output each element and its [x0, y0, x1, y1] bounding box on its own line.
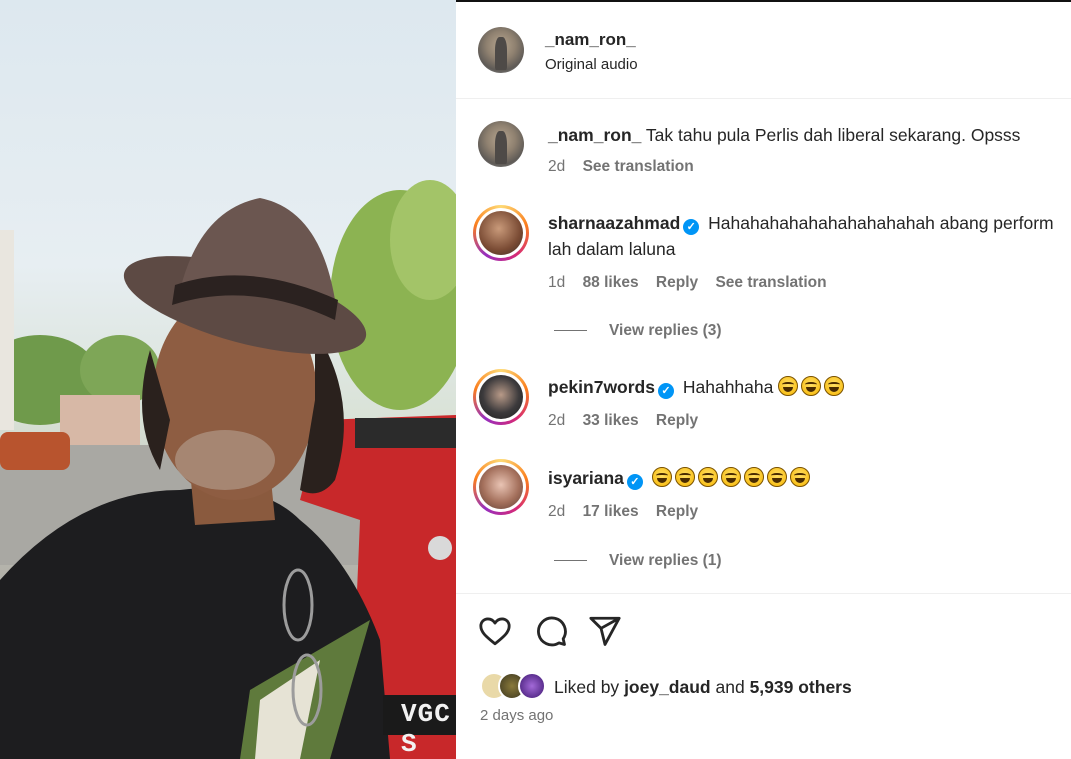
avatar: [479, 375, 523, 419]
heart-icon[interactable]: [478, 614, 512, 648]
comment-text-block: sharnaazahmad ✓ Hahahahahahahahahahahah a…: [548, 210, 1058, 262]
post-media[interactable]: VGC S: [0, 0, 456, 759]
liked-by-user[interactable]: joey_daud: [624, 677, 711, 697]
liked-by-text: Liked by joey_daud and 5,939 others: [554, 677, 852, 698]
story-ring[interactable]: [473, 369, 529, 425]
emoji-group: [651, 467, 813, 488]
post-header: _nam_ron_ Original audio: [456, 0, 1071, 99]
grinning-squinting-emoji: [674, 467, 695, 487]
comment-time[interactable]: 2d: [548, 412, 565, 429]
comment-text: Tak tahu pula Perlis dah liberal sekaran…: [645, 125, 1021, 145]
grinning-squinting-emoji: [766, 467, 787, 487]
comment-meta: 1d 88 likes Reply See translation: [548, 274, 840, 292]
grinning-squinting-emoji: [778, 376, 799, 396]
see-translation-button[interactable]: See translation: [715, 274, 826, 291]
replies-dash: [554, 330, 587, 332]
comment-username[interactable]: pekin7words: [548, 377, 655, 397]
view-replies-button[interactable]: View replies (1): [554, 552, 722, 570]
emoji-group: [778, 376, 847, 397]
reply-button[interactable]: Reply: [656, 503, 698, 520]
audio-label[interactable]: Original audio: [545, 56, 638, 73]
post-side-panel: _nam_ron_ Original audio _nam_ron_ Tak t…: [456, 0, 1071, 759]
comment-likes[interactable]: 17 likes: [583, 503, 639, 520]
author-username[interactable]: _nam_ron_: [545, 30, 636, 50]
avatar: [479, 465, 523, 509]
verified-badge-icon: ✓: [626, 474, 643, 490]
comment-text-block: _nam_ron_ Tak tahu pula Perlis dah liber…: [548, 122, 1058, 148]
grinning-squinting-emoji: [824, 376, 845, 396]
avatar[interactable]: [478, 121, 524, 167]
comment-meta: 2d See translation: [548, 158, 707, 176]
story-ring[interactable]: [473, 459, 529, 515]
liked-by-and: and: [715, 677, 745, 697]
share-icon[interactable]: [588, 614, 622, 648]
grinning-squinting-emoji: [720, 467, 741, 487]
comment-meta: 2d 33 likes Reply: [548, 412, 711, 430]
comment-likes[interactable]: 88 likes: [583, 274, 639, 291]
grinning-squinting-emoji: [697, 467, 718, 487]
comment-meta: 2d 17 likes Reply: [548, 503, 711, 521]
see-translation-button[interactable]: See translation: [583, 158, 694, 175]
comment-time[interactable]: 2d: [548, 158, 565, 175]
post-time-ago[interactable]: 2 days ago: [480, 707, 553, 724]
comment-likes[interactable]: 33 likes: [583, 412, 639, 429]
replies-dash: [554, 560, 587, 562]
comment-text-block: pekin7words ✓ Hahahhaha: [548, 374, 1058, 400]
comment-time[interactable]: 2d: [548, 503, 565, 520]
comment-text: Hahahhaha: [682, 377, 774, 397]
post-actions: Liked by joey_daud and 5,939 others 2 da…: [456, 593, 1071, 759]
grinning-squinting-emoji: [789, 467, 810, 487]
license-plate: VGC S: [383, 695, 456, 759]
comment-time[interactable]: 1d: [548, 274, 565, 291]
author-avatar[interactable]: [478, 27, 524, 73]
comment-username[interactable]: isyariana: [548, 468, 624, 488]
verified-badge-icon: ✓: [683, 219, 700, 235]
comment-icon[interactable]: [534, 614, 568, 648]
grinning-squinting-emoji: [801, 376, 822, 396]
view-replies-label: View replies (1): [609, 552, 722, 569]
liked-by-prefix: Liked by: [554, 677, 620, 697]
comment-text-block: isyariana ✓: [548, 465, 1058, 491]
comment-username[interactable]: sharnaazahmad: [548, 213, 680, 233]
liked-by-others[interactable]: 5,939 others: [750, 677, 852, 697]
reply-button[interactable]: Reply: [656, 412, 698, 429]
view-replies-label: View replies (3): [609, 322, 722, 339]
view-replies-button[interactable]: View replies (3): [554, 322, 722, 340]
story-ring[interactable]: [473, 205, 529, 261]
grinning-squinting-emoji: [743, 467, 764, 487]
post-photo: [0, 180, 456, 759]
grinning-squinting-emoji: [651, 467, 672, 487]
avatar: [518, 672, 546, 700]
comment-username[interactable]: _nam_ron_: [548, 125, 641, 145]
reply-button[interactable]: Reply: [656, 274, 698, 291]
verified-badge-icon: ✓: [657, 383, 674, 399]
avatar: [479, 211, 523, 255]
